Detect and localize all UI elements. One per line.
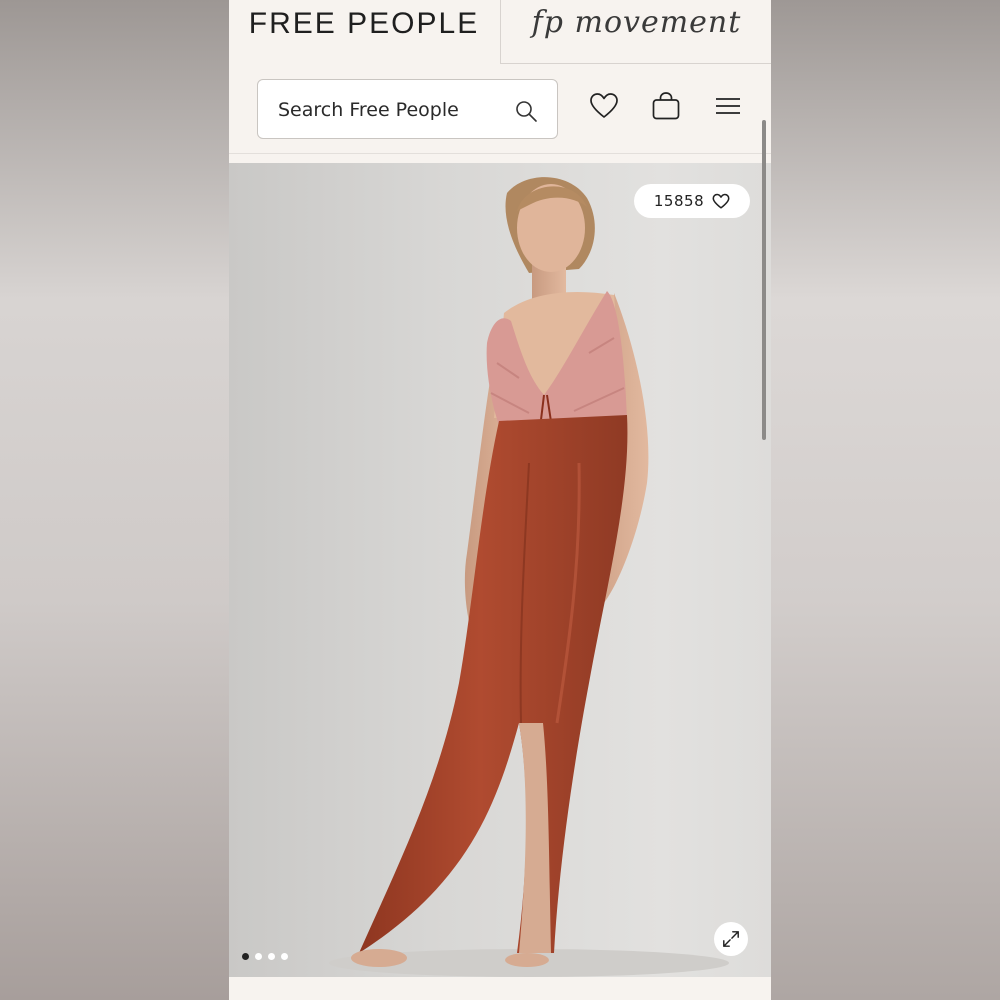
expand-icon: [723, 931, 739, 947]
right-blurred-backdrop: [771, 0, 1000, 1000]
model-illustration: [329, 177, 729, 977]
carousel-dot[interactable]: [242, 953, 249, 960]
heart-icon: [712, 193, 730, 209]
expand-image-button[interactable]: [714, 922, 748, 956]
search-icon[interactable]: [514, 99, 538, 123]
free-people-logo: FREE PEOPLE: [248, 7, 480, 40]
carousel-dot[interactable]: [255, 953, 262, 960]
mobile-screen: FREE PEOPLE fp movement Search Free Peop…: [229, 0, 771, 1000]
product-image[interactable]: 15858: [229, 163, 771, 977]
left-blurred-backdrop: [0, 0, 229, 1000]
brand-tab-fp-movement[interactable]: fp movement: [500, 0, 771, 64]
fp-movement-logo: fp movement: [531, 5, 742, 40]
brand-switcher: FREE PEOPLE fp movement: [229, 0, 771, 64]
heart-icon[interactable]: [589, 91, 619, 121]
shopping-bag-icon[interactable]: [651, 91, 681, 121]
bottom-strip: [229, 977, 771, 1000]
brand-tab-free-people[interactable]: FREE PEOPLE: [229, 0, 499, 64]
like-button[interactable]: 15858: [634, 184, 750, 218]
scrollbar[interactable]: [762, 120, 766, 440]
search-bar[interactable]: [257, 79, 558, 139]
like-count: 15858: [653, 192, 705, 210]
carousel-indicators: [242, 953, 288, 960]
hamburger-menu-icon[interactable]: [713, 91, 743, 121]
carousel-dot[interactable]: [268, 953, 275, 960]
header-divider: [229, 153, 771, 154]
search-input[interactable]: [278, 95, 498, 125]
carousel-dot[interactable]: [281, 953, 288, 960]
